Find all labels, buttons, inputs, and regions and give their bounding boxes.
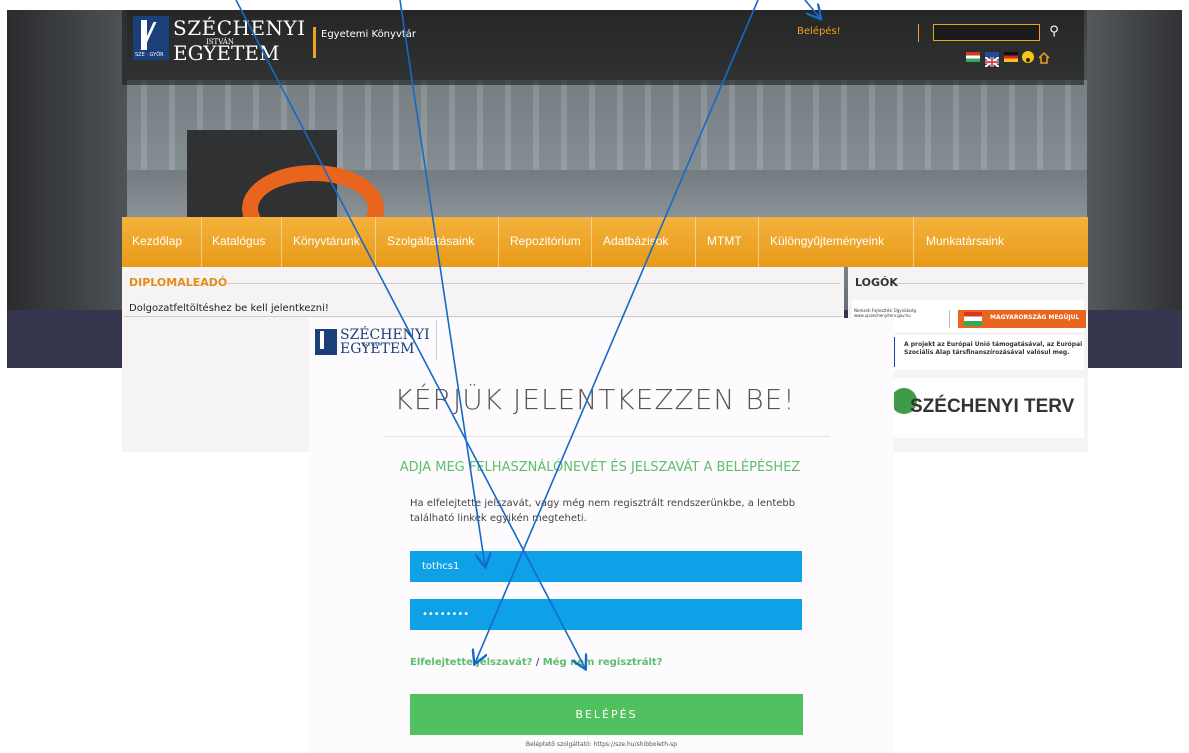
- arrow-to-header-login: [804, 0, 820, 18]
- arrow-to-forgot-link: [475, 0, 759, 663]
- arrow-to-username-input: [399, 0, 485, 566]
- arrow-to-register-link: [235, 0, 585, 668]
- annotation-arrows: [235, 0, 1189, 753]
